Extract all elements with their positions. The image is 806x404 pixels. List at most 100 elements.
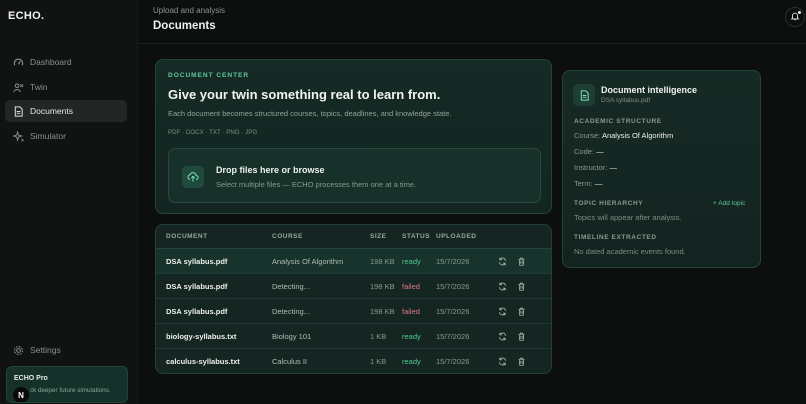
gear-icon (12, 344, 24, 356)
twin-icon (12, 81, 24, 93)
status-badge: ready (402, 357, 421, 366)
reprocess-icon[interactable] (496, 280, 508, 292)
trash-icon[interactable] (515, 330, 527, 342)
section-eyebrow: DOCUMENT CENTER (168, 72, 250, 79)
term-label: Term: (574, 179, 593, 188)
sidebar-item-documents[interactable]: Documents (5, 100, 127, 122)
avatar[interactable]: N (13, 387, 29, 402)
course-name: Detecting... (272, 307, 310, 316)
column-header-course: COURSE (272, 233, 303, 240)
file-size: 198 KB (370, 282, 395, 291)
trash-icon[interactable] (515, 280, 527, 292)
topics-empty-text: Topics will appear after analysis. (574, 213, 682, 222)
timeline-heading: TIMELINE EXTRACTED (574, 234, 657, 241)
reprocess-icon[interactable] (496, 355, 508, 367)
status-badge: failed (402, 282, 420, 291)
upload-title: Give your twin something real to learn f… (168, 87, 441, 102)
sidebar-item-label: Dashboard (30, 57, 72, 67)
course-name: Analysis Of Algorithm (272, 257, 344, 266)
trash-icon[interactable] (515, 305, 527, 317)
documents-table: DOCUMENT COURSE SIZE STATUS UPLOADED DSA… (155, 224, 552, 374)
academic-structure-heading: ACADEMIC STRUCTURE (574, 118, 662, 125)
code-label: Code: (574, 147, 595, 156)
file-size: 198 KB (370, 307, 395, 316)
sidebar-item-label: Documents (30, 106, 73, 116)
sidebar: ECHO. Dashboard Twin Documents Simulator… (0, 0, 138, 404)
reprocess-icon[interactable] (496, 330, 508, 342)
sidebar-item-twin[interactable]: Twin (5, 76, 127, 98)
course-name: Calculus II (272, 357, 308, 366)
document-center-card: DOCUMENT CENTER Give your twin something… (155, 59, 552, 214)
sidebar-item-label: Twin (30, 82, 48, 92)
timeline-empty-text: No dated academic events found. (574, 247, 686, 256)
term-value: — (594, 179, 603, 188)
document-name: calculus-syllabus.txt (166, 357, 240, 366)
file-dropzone[interactable]: Drop files here or browse Select multipl… (168, 148, 541, 203)
file-size: 198 KB (370, 257, 395, 266)
panel-subtitle: DSA syllabus.pdf (601, 97, 651, 104)
sidebar-item-dashboard[interactable]: Dashboard (5, 51, 127, 73)
reprocess-icon[interactable] (496, 255, 508, 267)
upload-date: 15/7/2026 (436, 257, 470, 266)
upload-date: 15/7/2026 (436, 332, 470, 341)
topic-hierarchy-heading: TOPIC HIERARCHY (574, 200, 644, 207)
page-title: Documents (153, 20, 216, 32)
document-icon (573, 84, 595, 106)
status-badge: ready (402, 332, 421, 341)
file-size: 1 KB (370, 332, 387, 341)
sparkle-icon (12, 130, 24, 142)
document-name: DSA syllabus.pdf (166, 257, 228, 266)
column-header-size: SIZE (370, 233, 387, 240)
panel-title: Document intelligence (601, 85, 698, 95)
reprocess-icon[interactable] (496, 305, 508, 317)
upload-date: 15/7/2026 (436, 357, 470, 366)
status-badge: ready (402, 257, 421, 266)
document-name: DSA syllabus.pdf (166, 282, 228, 291)
course-value: Analysis Of Algorithm (601, 131, 674, 140)
pro-title: ECHO Pro (14, 375, 48, 382)
document-name: biology-syllabus.txt (166, 332, 237, 341)
instructor-label: Instructor: (574, 163, 608, 172)
table-row[interactable]: DSA syllabus.pdf Detecting... 198 KB fai… (156, 274, 551, 299)
document-name: DSA syllabus.pdf (166, 307, 228, 316)
pro-upsell-card[interactable]: ECHO Pro ck deeper future simulations. N (6, 366, 128, 403)
instructor-value: — (609, 163, 617, 172)
table-row[interactable]: DSA syllabus.pdf Detecting... 198 KB fai… (156, 299, 551, 324)
course-name: Biology 101 (272, 332, 312, 341)
file-size: 1 KB (370, 357, 387, 366)
sidebar-item-settings[interactable]: Settings (5, 339, 127, 361)
pro-subtitle: ck deeper future simulations. (30, 387, 111, 394)
term-field: Term: — (574, 179, 602, 188)
upload-description: Each document becomes structured courses… (168, 109, 452, 118)
sidebar-item-label: Settings (30, 345, 61, 355)
upload-date: 15/7/2026 (436, 307, 470, 316)
sidebar-item-simulator[interactable]: Simulator (5, 125, 127, 147)
course-name: Detecting... (272, 282, 310, 291)
table-row[interactable]: biology-syllabus.txt Biology 101 1 KB re… (156, 324, 551, 349)
table-row[interactable]: calculus-syllabus.txt Calculus II 1 KB r… (156, 349, 551, 373)
code-value: — (596, 147, 604, 156)
breadcrumb: Upload and analysis (153, 6, 226, 15)
app-logo[interactable]: ECHO. (8, 10, 44, 22)
notifications-button[interactable] (785, 7, 805, 27)
column-header-uploaded: UPLOADED (436, 233, 477, 240)
notification-dot (798, 11, 801, 14)
upload-icon (182, 166, 204, 188)
header-divider (138, 43, 806, 44)
table-row[interactable]: DSA syllabus.pdf Analysis Of Algorithm 1… (156, 249, 551, 274)
dropzone-title: Drop files here or browse (216, 165, 325, 175)
trash-icon[interactable] (515, 355, 527, 367)
column-header-status: STATUS (402, 233, 431, 240)
gauge-icon (12, 56, 24, 68)
upload-date: 15/7/2026 (436, 282, 470, 291)
document-intelligence-panel: Document intelligence DSA syllabus.pdf A… (562, 70, 761, 268)
column-header-document: DOCUMENT (166, 233, 208, 240)
add-topic-button[interactable]: + Add topic (713, 200, 745, 207)
code-field: Code: — (574, 147, 604, 156)
trash-icon[interactable] (515, 255, 527, 267)
status-badge: failed (402, 307, 420, 316)
document-icon (12, 105, 24, 117)
course-label: Course: (574, 131, 601, 140)
supported-file-types: PDF · DOCX · TXT · PNG · JPG (168, 129, 258, 136)
instructor-field: Instructor: — (574, 163, 617, 172)
